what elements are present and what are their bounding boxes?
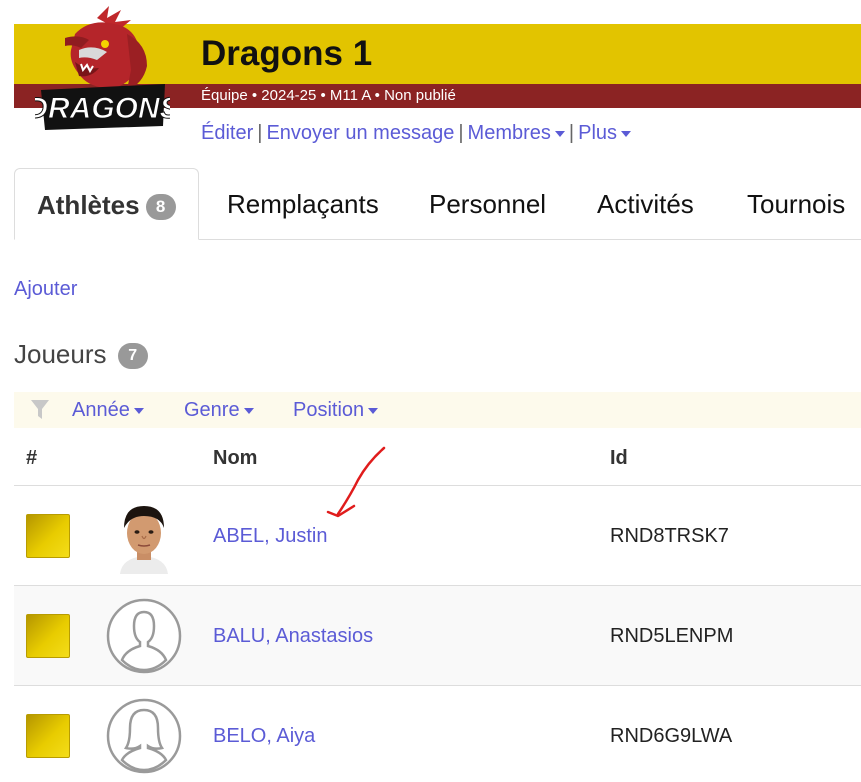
- team-meta: Équipe • 2024-25 • M11 A • Non publié: [201, 87, 456, 104]
- filter-position[interactable]: Position: [293, 399, 379, 421]
- chevron-down-icon: [554, 130, 565, 137]
- tab-athletes[interactable]: Athlètes 8: [14, 168, 199, 240]
- tab-tournaments[interactable]: Tournois: [747, 168, 845, 240]
- column-name[interactable]: Nom: [213, 446, 257, 470]
- table-row: ABEL, Justin RND8TRSK7: [14, 486, 861, 586]
- tab-staff[interactable]: Personnel: [429, 168, 546, 240]
- tab-substitutes[interactable]: Remplaçants: [227, 168, 379, 240]
- player-name-link[interactable]: ABEL, Justin: [213, 524, 328, 548]
- column-number[interactable]: #: [26, 446, 37, 470]
- male-placeholder-icon: [106, 598, 182, 674]
- player-id: RND6G9LWA: [610, 725, 733, 747]
- section-count-badge: 7: [117, 343, 148, 370]
- table-row: BELO, Aiya RND6G9LWA: [14, 686, 861, 782]
- annotation-arrow: [326, 446, 386, 518]
- chevron-down-icon: [368, 407, 379, 414]
- more-dropdown[interactable]: Plus: [578, 122, 632, 144]
- player-name-link[interactable]: BALU, Anastasios: [213, 624, 373, 648]
- column-id[interactable]: Id: [610, 446, 628, 470]
- send-message-link[interactable]: Envoyer un message: [266, 122, 454, 144]
- members-dropdown[interactable]: Membres: [468, 122, 565, 144]
- filter-year-label: Année: [72, 399, 130, 421]
- player-id: RND5LENPM: [610, 625, 734, 647]
- team-actions: Éditer | Envoyer un message | Membres | Plus: [201, 120, 632, 146]
- section-title: Joueurs 7: [14, 338, 148, 370]
- table-row: BALU, Anastasios RND5LENPM: [14, 586, 861, 686]
- separator: |: [257, 122, 263, 144]
- members-label: Membres: [467, 122, 551, 144]
- chevron-down-icon: [621, 130, 632, 137]
- filter-icon: [31, 400, 49, 419]
- female-placeholder-icon: [106, 698, 182, 774]
- separator: |: [568, 122, 575, 144]
- jersey-color-swatch[interactable]: [26, 614, 70, 658]
- tab-label: Athlètes: [37, 190, 140, 220]
- filter-bar: Année Genre Position: [14, 392, 861, 428]
- tab-activities[interactable]: Activités: [597, 168, 694, 240]
- chevron-down-icon: [133, 407, 144, 414]
- table-header: # Nom Id: [14, 429, 861, 486]
- filter-gender[interactable]: Genre: [184, 399, 254, 421]
- separator: |: [458, 122, 464, 144]
- avatar-photo: [106, 498, 182, 574]
- section-title-label: Joueurs: [14, 339, 107, 369]
- jersey-color-swatch[interactable]: [26, 714, 70, 758]
- dragons-logo: DRAGONS: [35, 6, 170, 130]
- filter-gender-label: Genre: [184, 399, 240, 421]
- team-title: Dragons 1: [201, 34, 373, 73]
- logo-text: DRAGONS: [35, 92, 170, 125]
- filter-position-label: Position: [293, 399, 365, 421]
- filter-year[interactable]: Année: [72, 399, 144, 421]
- chevron-down-icon: [243, 407, 254, 414]
- player-name-link[interactable]: BELO, Aiya: [213, 724, 315, 748]
- player-id: RND8TRSK7: [610, 525, 729, 547]
- edit-link[interactable]: Éditer: [201, 122, 253, 144]
- jersey-color-swatch[interactable]: [26, 514, 70, 558]
- tab-count-badge: 8: [145, 194, 176, 221]
- add-link[interactable]: Ajouter: [14, 277, 77, 301]
- more-label: Plus: [578, 122, 618, 144]
